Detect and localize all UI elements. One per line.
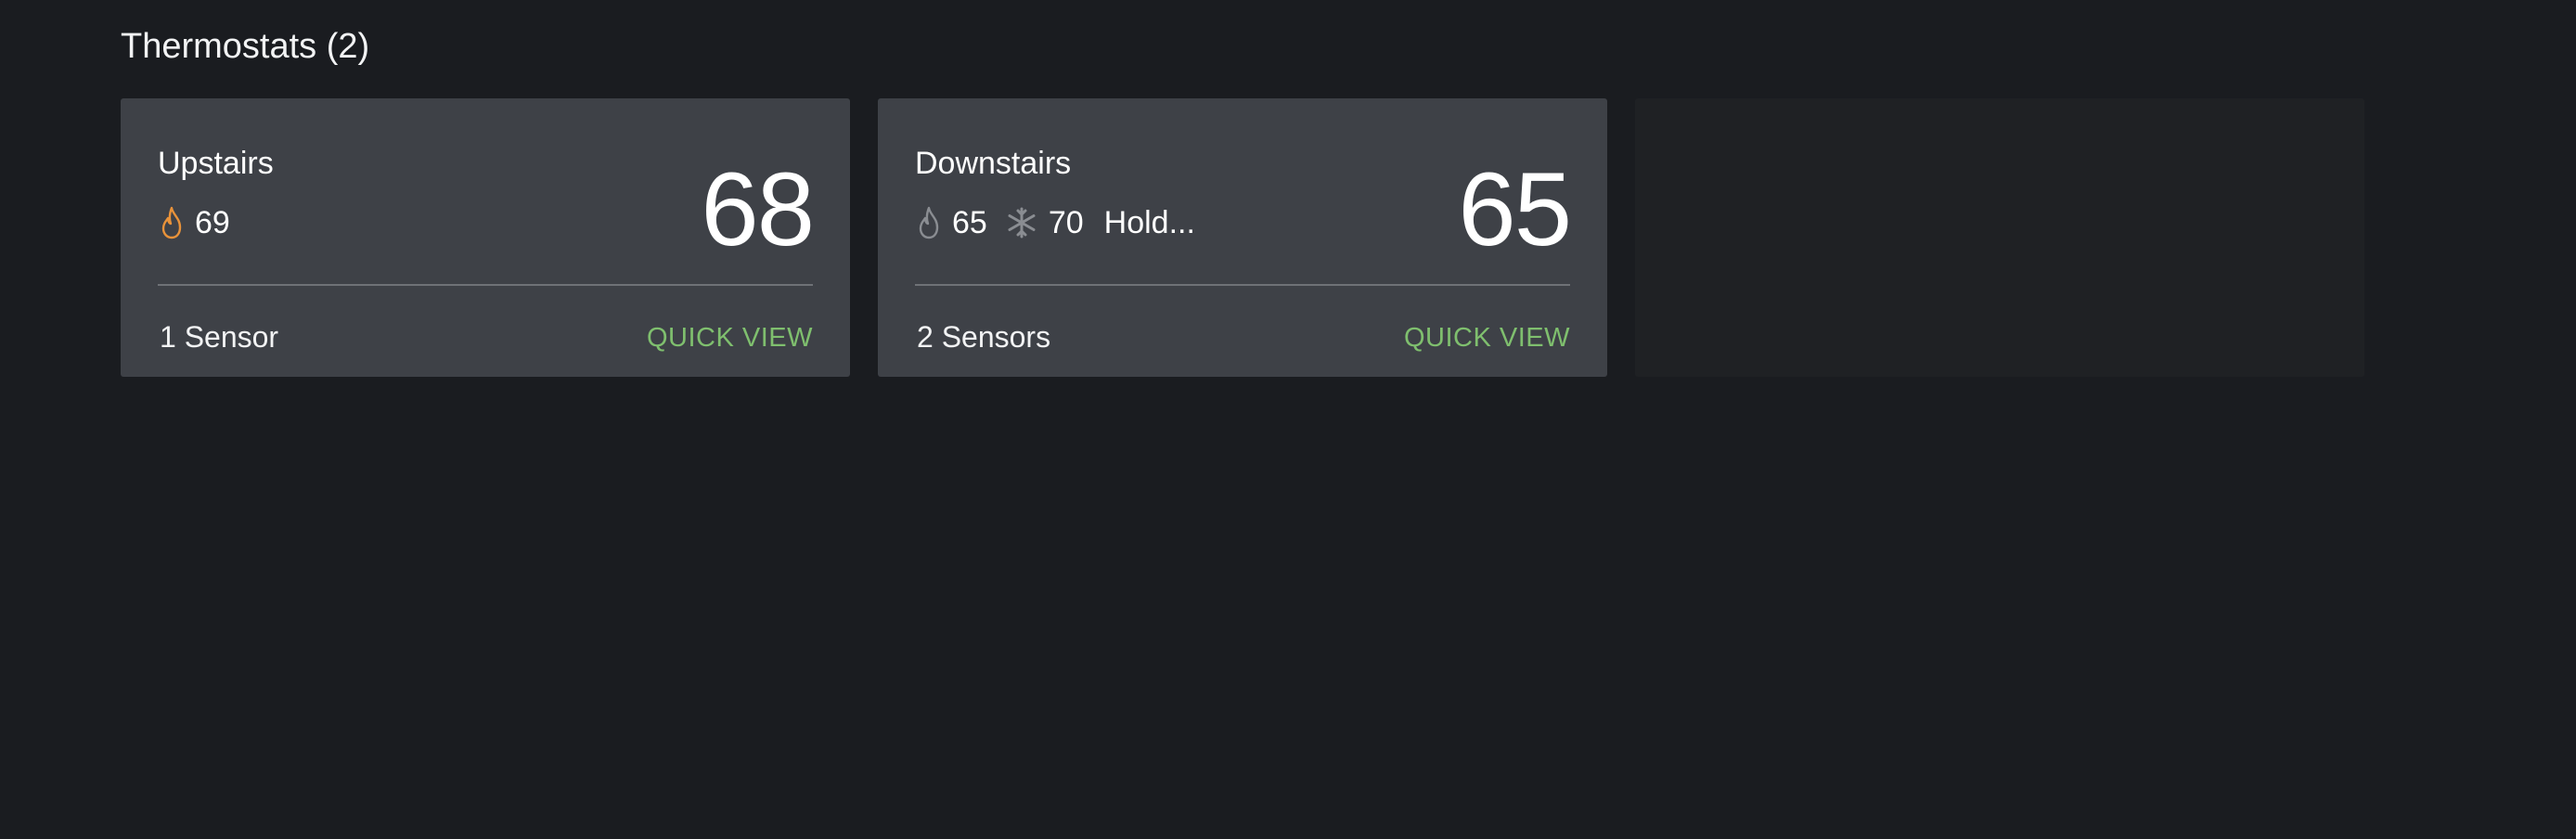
sensor-count: 2 Sensors xyxy=(917,320,1051,354)
thermostat-name: Downstairs xyxy=(915,146,1072,181)
empty-card-placeholder xyxy=(1635,98,2364,377)
flame-icon xyxy=(915,204,943,241)
hold-status: Hold... xyxy=(1103,204,1195,240)
snowflake-icon xyxy=(1004,204,1039,241)
current-temperature: 68 xyxy=(701,151,815,267)
divider xyxy=(915,284,1570,286)
thermostat-card-upstairs[interactable]: Upstairs 69 68 1 Sensor QUICK VIEW xyxy=(121,98,850,377)
thermostat-card-downstairs[interactable]: Downstairs 65 70 Hold... 65 2 Sensors QU… xyxy=(878,98,1607,377)
thermostat-name: Upstairs xyxy=(158,146,274,181)
quick-view-button[interactable]: QUICK VIEW xyxy=(1404,317,1570,358)
quick-view-button[interactable]: QUICK VIEW xyxy=(647,317,813,358)
divider xyxy=(158,284,813,286)
thermostat-cards: Upstairs 69 68 1 Sensor QUICK VIEW Downs… xyxy=(121,98,2364,377)
thermostats-page: Thermostats (2) Upstairs 69 68 1 Sensor … xyxy=(0,0,2576,839)
heat-setpoint: 65 xyxy=(952,204,987,240)
cool-setpoint: 70 xyxy=(1048,204,1084,240)
section-title: Thermostats (2) xyxy=(121,27,370,66)
flame-icon xyxy=(158,204,186,241)
heat-setpoint: 69 xyxy=(195,204,230,240)
setpoints: 65 70 Hold... xyxy=(915,202,1195,243)
setpoints: 69 xyxy=(158,202,230,243)
sensor-count: 1 Sensor xyxy=(160,320,279,354)
current-temperature: 65 xyxy=(1458,151,1572,267)
